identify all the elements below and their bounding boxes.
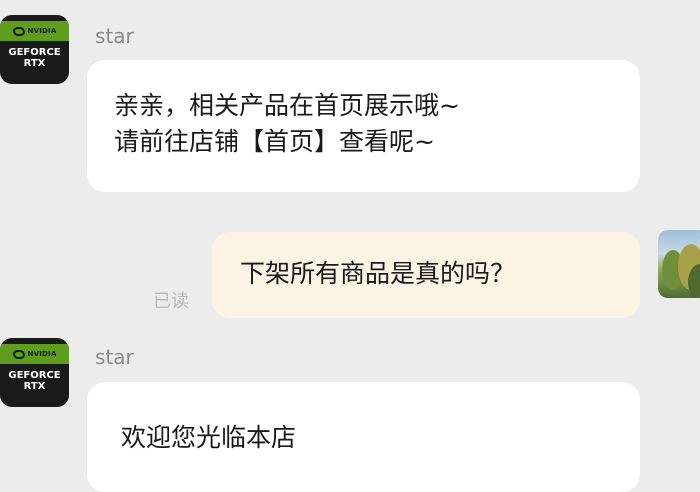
avatar-label: GEFORCE RTX (8, 370, 61, 392)
avatar-label: GEFORCE RTX (8, 47, 61, 69)
message-text-line: 亲亲，相关产品在首页展示哦~ (114, 91, 460, 120)
sender-name: star (95, 24, 134, 48)
avatar-brand-text: NVIDIA (27, 350, 57, 358)
sender-avatar[interactable]: NVIDIA GEFORCE RTX (0, 338, 69, 407)
nvidia-eye-icon (12, 26, 25, 36)
chat-area[interactable]: NVIDIA GEFORCE RTX star 亲亲，相关产品在首页展示哦~ 请… (0, 0, 700, 492)
avatar-brand-text: NVIDIA (27, 27, 57, 35)
sender-avatar[interactable]: NVIDIA GEFORCE RTX (0, 15, 69, 84)
nvidia-logo-icon: NVIDIA (0, 21, 69, 41)
message-text-line: 欢迎您光临本店 (121, 423, 297, 452)
nvidia-logo-icon: NVIDIA (0, 344, 69, 364)
sender-name: star (95, 345, 134, 369)
read-status: 已读 (153, 291, 189, 312)
message-text-line: 下架所有商品是真的吗？ (240, 259, 516, 288)
nvidia-eye-icon (12, 349, 25, 359)
message-text-line: 请前往店铺【首页】查看呢~ (114, 127, 435, 156)
message-bubble[interactable]: 欢迎您光临本店 (87, 382, 640, 492)
message-bubble[interactable]: 亲亲，相关产品在首页展示哦~ 请前往店铺【首页】查看呢~ (87, 60, 640, 192)
message-bubble-outgoing[interactable]: 下架所有商品是真的吗？ (212, 232, 640, 318)
user-avatar[interactable] (658, 230, 700, 298)
